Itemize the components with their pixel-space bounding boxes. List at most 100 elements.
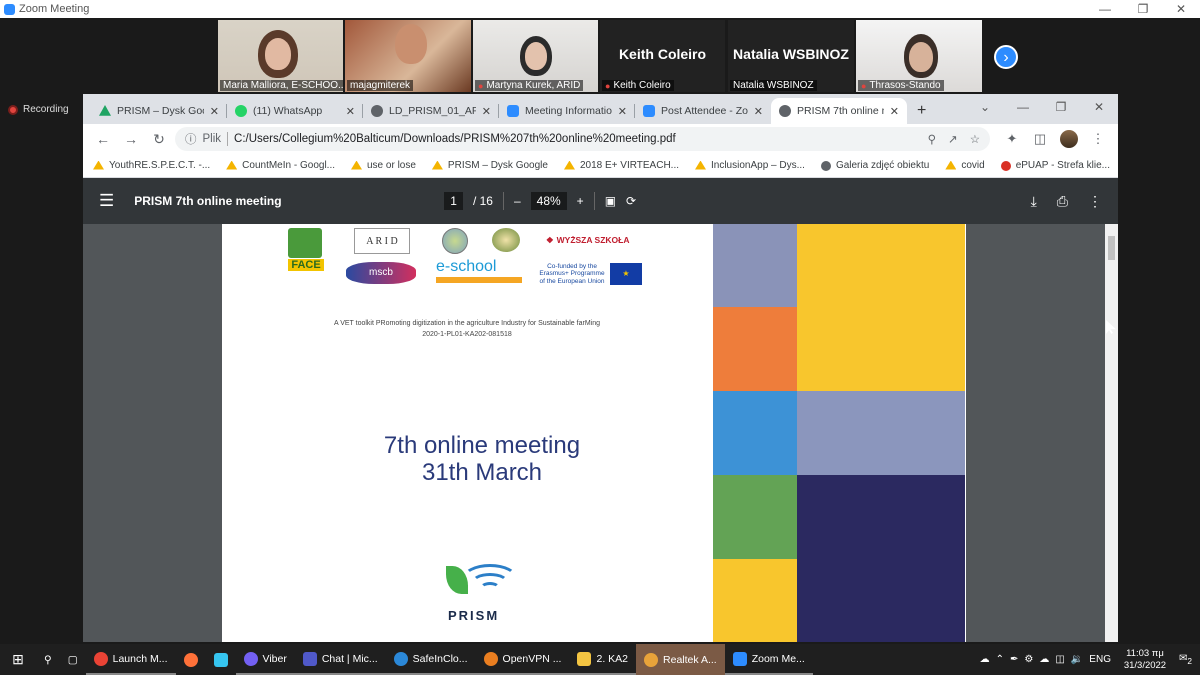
participant-video-1[interactable]: Maria Malliora, E-SCHOO...: [218, 20, 343, 92]
bookmarks-bar: YouthRE.S.P.E.C.T. -... CountMeIn - Goog…: [83, 154, 1118, 178]
tab-meeting-information[interactable]: Meeting Informatio ✕: [499, 98, 635, 124]
close-tab-icon[interactable]: ✕: [754, 105, 763, 118]
zoom-in-button[interactable]: +: [577, 194, 584, 208]
recording-indicator[interactable]: Recording: [8, 104, 69, 115]
zoom-level-input[interactable]: 48%: [530, 192, 567, 210]
maximize-icon[interactable]: ❐: [1124, 0, 1162, 18]
bookmark-item[interactable]: Galeria zdjęć obiektu: [820, 160, 929, 171]
more-options-icon[interactable]: ⋮: [1088, 193, 1102, 210]
participant-video-3[interactable]: ● Martyna Kurek, ARID: [473, 20, 598, 92]
muted-mic-icon: ●: [861, 80, 867, 91]
taskbar-chrome[interactable]: Launch M...: [85, 644, 176, 675]
taskbar-safeincloud[interactable]: SafeInClo...: [385, 644, 476, 675]
partner-seal-logo: [442, 228, 468, 254]
network-icon[interactable]: ◫: [1055, 654, 1064, 665]
tray-expand-icon[interactable]: ⌃: [996, 654, 1004, 665]
notifications-icon[interactable]: ✉2: [1179, 653, 1192, 666]
recording-label: Recording: [23, 104, 69, 115]
globe-icon: [820, 160, 831, 171]
bookmark-item[interactable]: use or lose: [351, 160, 416, 171]
clock[interactable]: 11:03 πμ 31/3/2022: [1117, 648, 1173, 672]
color-block: [797, 475, 965, 642]
close-tab-icon[interactable]: ✕: [890, 105, 899, 118]
scrollbar-thumb[interactable]: [1108, 236, 1115, 260]
close-icon[interactable]: ✕: [1162, 0, 1200, 18]
taskbar-viber[interactable]: Viber: [235, 644, 295, 675]
next-participants-button[interactable]: ›: [994, 45, 1018, 69]
address-url: C:/Users/Collegium%20Balticum/Downloads/…: [234, 133, 676, 145]
back-icon[interactable]: ←: [91, 131, 115, 147]
close-tab-icon[interactable]: ✕: [346, 105, 355, 118]
pdf-toolbar: ☰ PRISM 7th online meeting 1 / 16 – 48% …: [83, 178, 1118, 224]
bookmark-star-icon[interactable]: ☆: [970, 132, 980, 146]
zoom-out-button[interactable]: –: [514, 194, 521, 208]
side-panel-icon[interactable]: ◫: [1028, 131, 1052, 147]
share-icon[interactable]: ↗: [948, 132, 958, 146]
participant-tile-5[interactable]: Natalia WSBINOZ Natalia WSBINOZ: [728, 20, 854, 92]
participant-video-6[interactable]: ● Thrasos-Stando: [856, 20, 982, 92]
participant-video-2[interactable]: majagmiterek: [345, 20, 471, 92]
page-number-input[interactable]: 1: [444, 192, 463, 210]
tab-ld-prism[interactable]: LD_PRISM_01_APP✕: [363, 98, 499, 124]
address-bar[interactable]: ⓘ Plik C:/Users/Collegium%20Balticum/Dow…: [175, 127, 990, 151]
volume-icon[interactable]: 🔉: [1071, 654, 1083, 665]
chevron-right-icon: ›: [1003, 49, 1009, 66]
pen-icon[interactable]: ✒: [1010, 654, 1018, 665]
bookmark-item[interactable]: PRISM – Dysk Google: [431, 160, 548, 171]
bookmark-item[interactable]: covid: [945, 160, 985, 171]
windows-taskbar: ⊞ ⚲ ▢ Launch M... Viber Chat | Mic... Sa…: [0, 644, 1200, 675]
taskbar-realtek[interactable]: Realtek A...: [636, 644, 725, 675]
search-icon[interactable]: ⚲: [36, 644, 60, 675]
tab-search-icon[interactable]: ⌄: [966, 96, 1004, 118]
minimize-icon[interactable]: —: [1086, 0, 1124, 18]
maximize-icon[interactable]: ❐: [1042, 96, 1080, 118]
zoom-window-title: Zoom Meeting: [19, 3, 90, 15]
menu-dots-icon[interactable]: ⋮: [1086, 131, 1110, 147]
tab-post-attendee[interactable]: Post Attendee - Zo ✕: [635, 98, 771, 124]
bookmark-item[interactable]: InclusionApp – Dys...: [695, 160, 805, 171]
participant-name: ● Thrasos-Stando: [858, 80, 944, 91]
participant-tile-4[interactable]: Keith Coleiro ● Keith Coleiro: [600, 20, 725, 92]
taskbar-zoom[interactable]: Zoom Me...: [724, 644, 813, 675]
rotate-icon[interactable]: ⟳: [626, 194, 636, 208]
zoom-search-icon[interactable]: ⚲: [928, 132, 936, 146]
fit-page-icon[interactable]: ▣: [605, 194, 616, 208]
close-tab-icon[interactable]: ✕: [618, 105, 627, 118]
hamburger-menu-icon[interactable]: ☰: [99, 191, 114, 211]
close-icon[interactable]: ✕: [1080, 96, 1118, 118]
participant-display-name: Natalia WSBINOZ: [733, 46, 849, 62]
bookmark-item[interactable]: ePUAP - Strefa klie...: [1000, 160, 1110, 171]
close-tab-icon[interactable]: ✕: [210, 105, 219, 118]
tab-prism-drive[interactable]: PRISM – Dysk Goo ✕: [91, 98, 227, 124]
extensions-icon[interactable]: ✦: [1000, 131, 1024, 147]
settings-icon[interactable]: ⚙: [1024, 654, 1033, 665]
onedrive-icon[interactable]: ☁: [1039, 654, 1049, 665]
taskbar-openvpn[interactable]: OpenVPN ...: [475, 644, 570, 675]
record-icon: [8, 104, 18, 115]
task-view-icon[interactable]: ▢: [60, 644, 86, 675]
bookmark-item[interactable]: CountMeIn - Googl...: [226, 160, 335, 171]
download-icon[interactable]: ⤓: [1031, 193, 1037, 210]
cloud-icon[interactable]: ☁: [980, 654, 990, 665]
print-icon[interactable]: ⎙: [1057, 193, 1068, 210]
windows-start-icon[interactable]: ⊞: [0, 651, 36, 668]
pdf-viewer[interactable]: FACE A R I D mscb e-school ❖ WYŻSZA SZKOŁ…: [83, 224, 1118, 642]
google-drive-icon: [226, 160, 238, 170]
bookmark-item[interactable]: YouthRE.S.P.E.C.T. -...: [93, 160, 210, 171]
pdf-scrollbar[interactable]: [1105, 224, 1118, 642]
tab-whatsapp[interactable]: (11) WhatsApp ✕: [227, 98, 363, 124]
language-indicator[interactable]: ENG: [1089, 654, 1111, 665]
close-tab-icon[interactable]: ✕: [482, 105, 491, 118]
new-tab-button[interactable]: +: [907, 98, 936, 124]
bookmark-item[interactable]: 2018 E+ VIRTEACH...: [563, 160, 679, 171]
reload-icon[interactable]: ↻: [147, 131, 171, 148]
taskbar-teams[interactable]: Chat | Mic...: [294, 644, 386, 675]
profile-avatar[interactable]: [1060, 130, 1078, 148]
minimize-icon[interactable]: —: [1004, 96, 1042, 118]
taskbar-firefox[interactable]: [176, 644, 206, 675]
taskbar-slack[interactable]: [206, 644, 236, 675]
taskbar-folder[interactable]: 2. KA2: [569, 644, 637, 675]
google-drive-icon: [945, 160, 957, 170]
forward-icon[interactable]: →: [119, 131, 143, 147]
tab-prism-pdf[interactable]: PRISM 7th online m ✕: [771, 98, 907, 124]
